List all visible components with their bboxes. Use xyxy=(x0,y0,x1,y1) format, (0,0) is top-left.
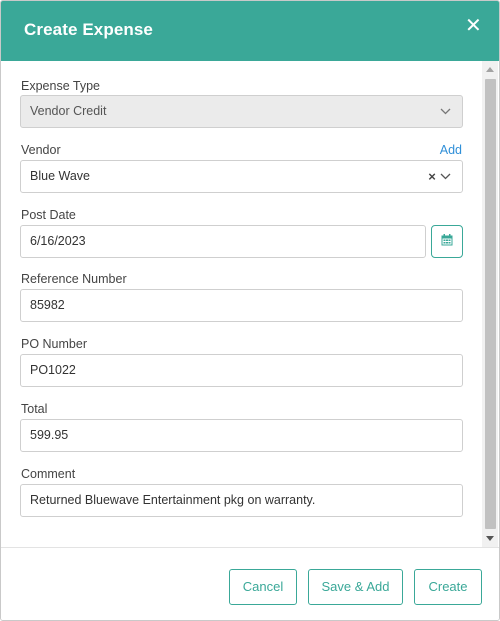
create-expense-dialog: Create Expense ✕ Expense Type Vendor Cre… xyxy=(0,0,500,621)
reference-number-input[interactable]: 85982 xyxy=(20,289,463,322)
expense-type-label: Expense Type xyxy=(21,79,100,93)
calendar-icon xyxy=(441,233,453,251)
calendar-button[interactable] xyxy=(431,225,463,258)
total-label: Total xyxy=(21,402,48,416)
dialog-title: Create Expense xyxy=(24,20,153,39)
reference-number-value: 85982 xyxy=(30,298,65,312)
vendor-value: Blue Wave xyxy=(30,169,90,183)
total-value: 599.95 xyxy=(30,428,69,442)
po-number-input[interactable]: PO1022 xyxy=(20,354,463,387)
chevron-down-icon xyxy=(438,96,452,127)
vendor-label: Vendor xyxy=(21,143,61,157)
vertical-scrollbar[interactable] xyxy=(482,61,498,547)
comment-value: Returned Bluewave Entertainment pkg on w… xyxy=(30,493,316,507)
expense-type-select[interactable]: Vendor Credit xyxy=(20,95,463,128)
dialog-body: Expense Type Vendor Credit Vendor Add Bl… xyxy=(1,61,499,547)
vendor-select[interactable]: Blue Wave × xyxy=(20,160,463,193)
scroll-up-icon[interactable] xyxy=(486,67,494,72)
post-date-input[interactable]: 6/16/2023 xyxy=(20,225,426,258)
reference-number-label: Reference Number xyxy=(21,272,127,286)
dialog-header: Create Expense ✕ xyxy=(1,1,499,61)
save-and-add-button[interactable]: Save & Add xyxy=(308,569,403,605)
dialog-footer: Cancel Save & Add Create xyxy=(1,547,499,620)
add-vendor-link[interactable]: Add xyxy=(440,143,462,157)
clear-icon[interactable]: × xyxy=(427,161,437,192)
expense-type-value: Vendor Credit xyxy=(30,104,107,118)
post-date-value: 6/16/2023 xyxy=(30,234,86,248)
cancel-button[interactable]: Cancel xyxy=(229,569,297,605)
comment-label: Comment xyxy=(21,467,76,481)
post-date-label: Post Date xyxy=(21,208,76,222)
close-icon[interactable]: ✕ xyxy=(465,16,482,36)
po-number-value: PO1022 xyxy=(30,363,76,377)
scrollbar-thumb[interactable] xyxy=(485,79,496,529)
total-input[interactable]: 599.95 xyxy=(20,419,463,452)
scroll-down-icon[interactable] xyxy=(486,536,494,541)
po-number-label: PO Number xyxy=(21,337,87,351)
create-button[interactable]: Create xyxy=(414,569,482,605)
chevron-down-icon xyxy=(438,161,452,192)
comment-input[interactable]: Returned Bluewave Entertainment pkg on w… xyxy=(20,484,463,517)
